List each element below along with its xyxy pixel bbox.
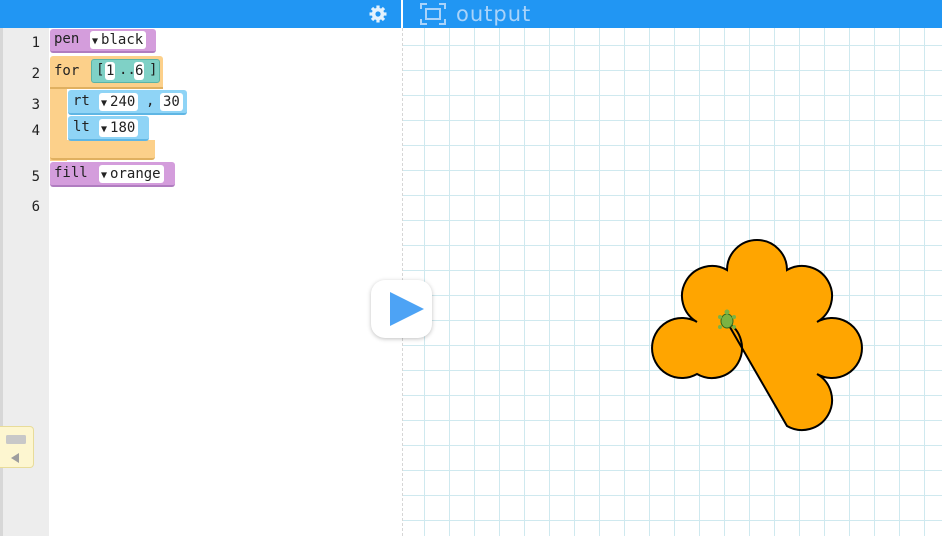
line-number: 6 [31,199,40,215]
line-number: 4 [31,123,40,139]
gear-icon[interactable] [368,4,388,24]
rt-angle-dropdown[interactable]: ▼ 240 [99,93,139,111]
topbar-divider [401,0,403,28]
pen-color-value: black [101,32,144,48]
rt-radius-field[interactable]: 30 [160,93,183,111]
line-number: 1 [31,35,40,51]
dropdown-arrow-icon: ▼ [101,170,108,181]
palette-toggle[interactable] [0,426,34,468]
line-number: 2 [31,66,40,82]
for-block[interactable]: for [ 1 .. 6 ] [50,56,163,89]
top-bar: output [0,0,942,28]
run-button[interactable] [371,280,432,338]
play-icon [390,292,424,326]
pen-color-dropdown[interactable]: ▼ black [90,31,147,49]
for-block-footer [50,140,155,160]
pen-keyword: pen [54,31,80,47]
output-panel-icon[interactable] [419,2,447,26]
range-open-bracket: [ [96,62,105,78]
dropdown-arrow-icon: ▼ [101,98,108,109]
range-close-bracket: ] [149,62,158,78]
lt-keyword: lt [73,119,90,135]
fill-color-value: orange [110,166,161,182]
fill-block[interactable]: fill ▼ orange [50,162,175,187]
fill-keyword: fill [54,165,88,181]
dropdown-arrow-icon: ▼ [92,36,99,47]
flower-shape [651,239,863,431]
lt-angle-value: 180 [110,120,136,136]
for-keyword: for [54,63,80,79]
rt-keyword: rt [73,93,90,109]
rt-angle-value: 240 [110,94,136,110]
lt-block[interactable]: lt ▼ 180 [68,116,149,141]
pen-block[interactable]: pen ▼ black [50,29,156,53]
rt-block[interactable]: rt ▼ 240 , 30 [68,90,187,115]
output-canvas[interactable] [403,28,942,536]
range-block[interactable]: [ 1 .. 6 ] [91,59,160,83]
line-number: 5 [31,169,40,185]
palette-icon [6,435,26,463]
fill-color-dropdown[interactable]: ▼ orange [99,165,164,183]
block-editor[interactable]: 1 2 3 4 5 6 pen ▼ black for [ 1 .. 6 ] rt… [0,28,402,536]
dropdown-arrow-icon: ▼ [101,124,108,135]
rt-comma: , [146,93,155,109]
output-label[interactable]: output [456,2,531,26]
range-end-field[interactable]: 6 [134,62,145,80]
drawing [651,239,863,431]
line-number: 3 [31,97,40,113]
range-start-field[interactable]: 1 [105,62,116,80]
lt-angle-dropdown[interactable]: ▼ 180 [99,119,139,137]
